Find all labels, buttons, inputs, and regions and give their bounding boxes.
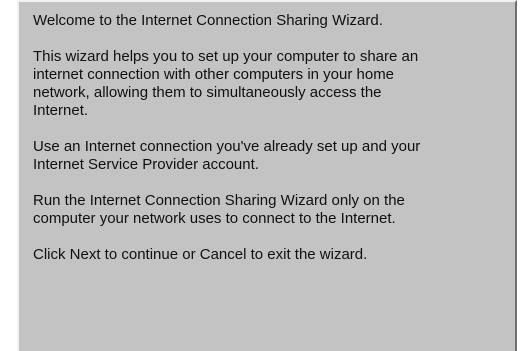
intro-paragraph-instructions: Click Next to continue or Cancel to exit… <box>33 246 368 263</box>
wizard-intro-panel: Welcome to the Internet Connection Shari… <box>17 0 517 351</box>
intro-paragraph-requirements: Use an Internet connection you've alread… <box>33 138 421 173</box>
welcome-heading: Welcome to the Internet Connection Shari… <box>33 12 383 29</box>
wizard-intro-text: Welcome to the Internet Connection Shari… <box>33 12 503 282</box>
intro-paragraph-description: This wizard helps you to set up your com… <box>33 48 419 119</box>
intro-paragraph-usage-note: Run the Internet Connection Sharing Wiza… <box>33 192 405 227</box>
